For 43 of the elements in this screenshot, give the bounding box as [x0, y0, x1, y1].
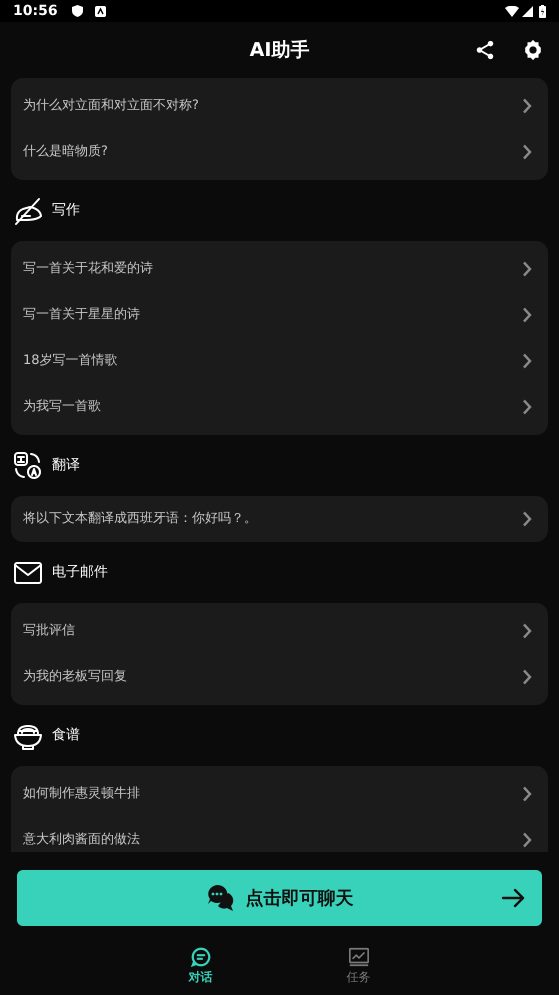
nav-tab[interactable]: 对话 — [172, 946, 230, 986]
chevron-right-icon — [522, 261, 532, 277]
arrow-right-icon — [501, 888, 525, 908]
section-title: 食谱 — [52, 726, 80, 745]
app-notification-icon — [94, 6, 106, 16]
section-title: 电子邮件 — [52, 563, 108, 582]
translate-icon — [13, 450, 43, 480]
prompt-item[interactable]: 写一首关于花和爱的诗 — [11, 246, 548, 292]
prompt-item[interactable]: 什么是暗物质? — [11, 129, 548, 175]
prompt-item[interactable]: 为我的老板写回复 — [11, 654, 548, 700]
chevron-right-icon — [522, 144, 532, 160]
chevron-right-icon — [522, 399, 532, 415]
chevron-right-icon — [522, 307, 532, 323]
chevron-right-icon — [522, 353, 532, 369]
nav-tab[interactable]: 任务 — [330, 946, 388, 986]
share-button[interactable] — [474, 39, 496, 61]
battery-icon — [539, 4, 546, 18]
chevron-right-icon — [522, 786, 532, 802]
prompt-item[interactable]: 写一首关于星星的诗 — [11, 292, 548, 338]
prompt-item[interactable]: 为什么对立面和对立面不对称? — [11, 83, 548, 129]
chevron-right-icon — [522, 669, 532, 685]
chat-bubbles-icon — [206, 883, 236, 913]
section-title: 翻译 — [52, 456, 80, 475]
chevron-right-icon — [522, 98, 532, 114]
chart-icon — [348, 946, 370, 968]
prompt-item[interactable]: 将以下文本翻译成西班牙语：你好吗？。 — [11, 496, 548, 542]
chevron-right-icon — [522, 511, 532, 527]
chat-button[interactable]: 点击即可聊天 — [17, 870, 542, 926]
prompt-item[interactable]: 写批评信 — [11, 608, 548, 654]
signal-icon — [522, 6, 533, 16]
app-title: AI助手 — [250, 38, 310, 63]
prompt-item[interactable]: 如何制作惠灵顿牛排 — [11, 771, 548, 817]
section-title: 写作 — [52, 201, 80, 220]
prompt-item[interactable]: 意大利肉酱面的做法 — [11, 817, 548, 852]
chevron-right-icon — [522, 832, 532, 848]
status-time: 10:56 — [13, 2, 58, 20]
settings-button[interactable] — [522, 39, 544, 61]
chat-icon — [190, 946, 212, 968]
prompt-item[interactable]: 18岁写一首情歌 — [11, 338, 548, 384]
wifi-icon — [505, 6, 519, 16]
chevron-right-icon — [522, 623, 532, 639]
prompt-item[interactable]: 为我写一首歌 — [11, 384, 548, 430]
shield-icon — [72, 5, 83, 17]
